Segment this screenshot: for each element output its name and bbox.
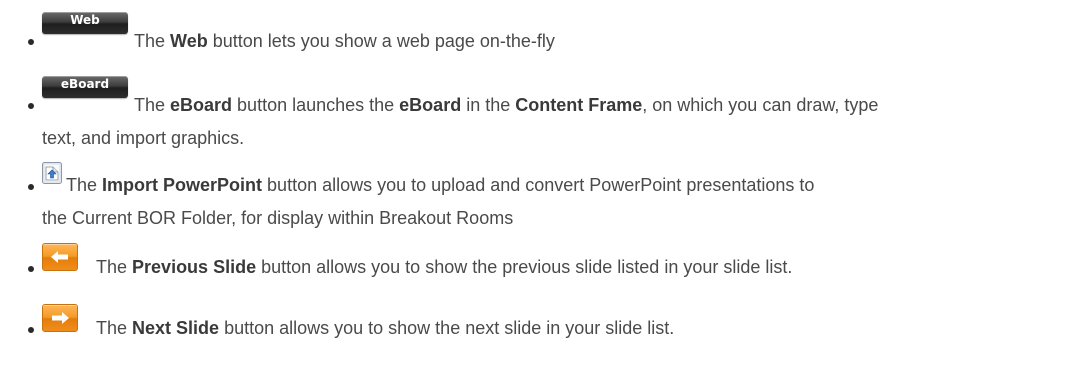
list-item-text-continued: the Current BOR Folder, for display with… (42, 208, 514, 228)
text-bold-web: Web (170, 31, 208, 51)
list-item-text: The Next Slide button allows you to show… (96, 317, 674, 339)
text-rest: button allows you to show the previous s… (256, 257, 793, 277)
text-prefix: The (134, 95, 171, 115)
list-item-text: The Import PowerPoint button allows you … (66, 174, 814, 196)
next-slide-arrow-icon (42, 304, 78, 332)
list-item-text-continued: text, and import graphics. (42, 128, 245, 148)
text-mid: button launches the (232, 95, 400, 115)
bullet (28, 39, 34, 45)
text-rest: button allows you to upload and convert … (262, 175, 815, 195)
list-item-text: The Previous Slide button allows you to … (96, 256, 792, 278)
text-bold-eboard-2: eBoard (399, 95, 462, 115)
text-bold-import-powerpoint: Import PowerPoint (102, 175, 263, 195)
text-bold-next-slide: Next Slide (132, 318, 220, 338)
list-item-text: The eBoard button launches the eBoard in… (134, 94, 878, 116)
text-rest: , on which you can draw, type (642, 95, 879, 115)
list-item-text: The Web button lets you show a web page … (134, 30, 555, 52)
text-prefix: The (96, 318, 133, 338)
text-prefix: The (96, 257, 133, 277)
text-prefix: The (66, 175, 103, 195)
text-rest: button allows you to show the next slide… (219, 318, 675, 338)
bullet (28, 266, 34, 272)
import-powerpoint-icon (42, 162, 62, 184)
eboard-button-icon: eBoard (42, 76, 128, 98)
text-mid-2: in the (461, 95, 516, 115)
bullet (28, 184, 34, 190)
text-bold-eboard: eBoard (170, 95, 233, 115)
text-bold-previous-slide: Previous Slide (132, 257, 257, 277)
web-button-icon: Web (42, 12, 128, 34)
previous-slide-arrow-icon (42, 243, 78, 271)
text-rest: button lets you show a web page on-the-f… (207, 31, 555, 51)
text-prefix: The (134, 31, 171, 51)
toolbar-buttons-help-list: Web The Web button lets you show a web p… (0, 0, 1080, 389)
bullet (28, 327, 34, 333)
bullet (28, 103, 34, 109)
text-bold-content-frame: Content Frame (515, 95, 643, 115)
